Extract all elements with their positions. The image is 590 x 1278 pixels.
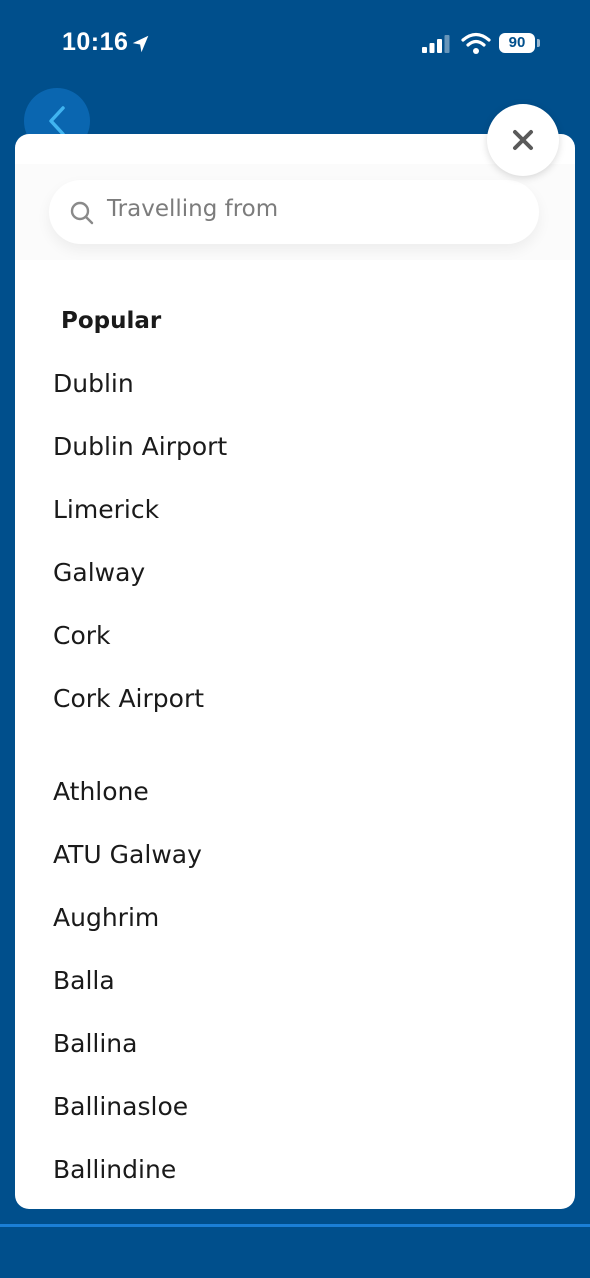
list-item[interactable]: Limerick <box>53 495 159 524</box>
location-picker-sheet: Travelling from Popular Dublin Dublin Ai… <box>15 134 575 1209</box>
search-placeholder: Travelling from <box>107 196 279 222</box>
battery-indicator: 90 <box>499 33 535 53</box>
list-item[interactable]: Cork Airport <box>53 684 204 713</box>
search-input[interactable]: Travelling from <box>49 180 539 244</box>
list-item[interactable]: Balla <box>53 966 115 995</box>
battery-cap <box>537 39 540 47</box>
list-item[interactable]: Ballinasloe <box>53 1092 188 1121</box>
status-time: 10:16 <box>62 28 129 56</box>
status-bar: 10:16 90 <box>0 0 590 88</box>
chevron-left-icon <box>49 106 65 136</box>
wifi-icon <box>461 32 491 54</box>
list-item[interactable]: ATU Galway <box>53 840 202 869</box>
list-item[interactable]: Galway <box>53 558 145 587</box>
signal-icon <box>422 35 450 53</box>
search-bar-container: Travelling from <box>15 164 575 260</box>
close-icon <box>513 130 533 150</box>
section-title-popular: Popular <box>61 308 162 334</box>
location-arrow-icon <box>132 35 149 53</box>
list-item[interactable]: Cork <box>53 621 111 650</box>
list-item[interactable]: Athlone <box>53 777 149 806</box>
bottom-bar <box>0 1227 590 1278</box>
list-item[interactable]: Ballina <box>53 1029 137 1058</box>
close-button[interactable] <box>487 104 559 176</box>
list-item[interactable]: Ballindine <box>53 1155 176 1184</box>
search-icon <box>70 201 94 225</box>
list-item[interactable]: Dublin <box>53 369 134 398</box>
list-item[interactable]: Dublin Airport <box>53 432 227 461</box>
list-item[interactable]: Aughrim <box>53 903 159 932</box>
